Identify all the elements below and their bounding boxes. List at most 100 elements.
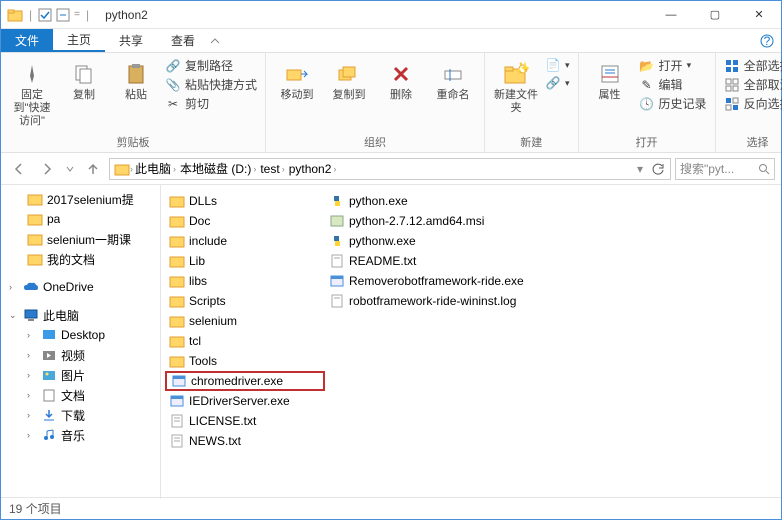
- paste-icon: [123, 61, 149, 87]
- folder-icon: [169, 273, 185, 289]
- tree-item[interactable]: ›Desktop: [1, 325, 160, 345]
- nav-row: › 此电脑› 本地磁盘 (D:)› test› python2› ▾ 搜索"py…: [1, 153, 781, 185]
- up-button[interactable]: [81, 157, 105, 181]
- minimize-button[interactable]: —: [649, 1, 693, 29]
- copy-path-button[interactable]: 🔗复制路径: [165, 57, 257, 74]
- dropdown-icon[interactable]: [56, 8, 70, 22]
- tree-item[interactable]: 2017selenium提: [1, 189, 160, 209]
- collapse-ribbon-chevron-icon[interactable]: [209, 29, 221, 52]
- folder-icon: [7, 7, 23, 23]
- maximize-button[interactable]: ▢: [693, 1, 737, 29]
- bc-thispc[interactable]: 此电脑: [135, 160, 171, 177]
- list-item[interactable]: pythonw.exe: [325, 231, 528, 251]
- list-item[interactable]: DLLs: [165, 191, 325, 211]
- properties-button[interactable]: 属性: [587, 57, 633, 102]
- pin-quickaccess-button[interactable]: 固定到"快速访问": [9, 57, 55, 128]
- history-icon: 🕓: [639, 96, 655, 112]
- tab-view[interactable]: 查看: [157, 29, 209, 52]
- tree-item-onedrive[interactable]: ›OneDrive: [1, 277, 160, 297]
- forward-button[interactable]: [35, 157, 59, 181]
- status-bar: 19 个项目: [1, 497, 781, 519]
- moveto-button[interactable]: 移动到: [274, 57, 320, 102]
- onedrive-icon: [23, 279, 39, 295]
- tree-item[interactable]: ›图片: [1, 365, 160, 385]
- list-item-chromedriver[interactable]: chromedriver.exe: [165, 371, 325, 391]
- tree-item-thispc[interactable]: ⌄此电脑: [1, 305, 160, 325]
- moveto-icon: [284, 61, 310, 87]
- paste-button[interactable]: 粘贴: [113, 57, 159, 102]
- paste-shortcut-button[interactable]: 📎粘贴快捷方式: [165, 76, 257, 93]
- tree-item[interactable]: ›视频: [1, 345, 160, 365]
- edit-button[interactable]: ✎编辑: [639, 76, 707, 93]
- new-folder-icon: ✨: [503, 61, 529, 87]
- list-item[interactable]: Removerobotframework-ride.exe: [325, 271, 528, 291]
- tab-home[interactable]: 主页: [53, 29, 105, 52]
- open-button[interactable]: 📂打开▾: [639, 57, 707, 74]
- txt-icon: [169, 413, 185, 429]
- tree-item[interactable]: ›下载: [1, 405, 160, 425]
- list-item[interactable]: robotframework-ride-wininst.log: [325, 291, 528, 311]
- tree-item[interactable]: 我的文档: [1, 249, 160, 269]
- group-label: 组织: [274, 132, 476, 150]
- invert-selection-button[interactable]: 反向选择: [724, 95, 782, 112]
- delete-button[interactable]: 删除: [378, 57, 424, 102]
- open-icon: 📂: [639, 58, 655, 74]
- list-item[interactable]: python-2.7.12.amd64.msi: [325, 211, 528, 231]
- list-item[interactable]: selenium: [165, 311, 325, 331]
- bc-python2[interactable]: python2: [289, 162, 332, 176]
- selectall-icon: [724, 58, 740, 74]
- navigation-tree[interactable]: 2017selenium提 pa selenium一期课 我的文档 ›OneDr…: [1, 185, 161, 499]
- tab-share[interactable]: 共享: [105, 29, 157, 52]
- rename-button[interactable]: 重命名: [430, 57, 476, 102]
- desktop-icon: [41, 327, 57, 343]
- breadcrumb-dropdown-icon[interactable]: ▾: [632, 158, 648, 180]
- new-folder-button[interactable]: ✨ 新建文件夹: [493, 57, 539, 115]
- list-item[interactable]: Lib: [165, 251, 325, 271]
- list-item[interactable]: NEWS.txt: [165, 431, 325, 451]
- refresh-button[interactable]: [650, 158, 666, 180]
- easy-access-button[interactable]: 🔗▾: [545, 75, 570, 91]
- overflow-icon[interactable]: =: [74, 9, 80, 20]
- copyto-button[interactable]: 复制到: [326, 57, 372, 102]
- back-button[interactable]: [7, 157, 31, 181]
- bc-test[interactable]: test: [260, 162, 279, 176]
- tree-item[interactable]: ›音乐: [1, 425, 160, 445]
- breadcrumb[interactable]: › 此电脑› 本地磁盘 (D:)› test› python2› ▾: [109, 158, 671, 180]
- tree-item[interactable]: ›文档: [1, 385, 160, 405]
- cut-icon: ✂: [165, 96, 181, 112]
- list-item[interactable]: include: [165, 231, 325, 251]
- list-item[interactable]: README.txt: [325, 251, 528, 271]
- help-icon[interactable]: ?: [753, 29, 781, 52]
- tree-item[interactable]: selenium一期课: [1, 229, 160, 249]
- list-item[interactable]: LICENSE.txt: [165, 411, 325, 431]
- documents-icon: [41, 387, 57, 403]
- list-item[interactable]: IEDriverServer.exe: [165, 391, 325, 411]
- file-list[interactable]: DLLs Doc include Lib libs Scripts seleni…: [161, 185, 781, 499]
- close-button[interactable]: ✕: [737, 1, 781, 29]
- checkbox-icon[interactable]: [38, 8, 52, 22]
- list-item[interactable]: libs: [165, 271, 325, 291]
- folder-icon: [27, 191, 43, 207]
- cut-button[interactable]: ✂剪切: [165, 95, 257, 112]
- python-icon: [329, 193, 345, 209]
- select-none-button[interactable]: 全部取消: [724, 76, 782, 93]
- search-input[interactable]: 搜索"pyt...: [675, 158, 775, 180]
- tree-item[interactable]: pa: [1, 209, 160, 229]
- select-all-button[interactable]: 全部选择: [724, 57, 782, 74]
- list-item[interactable]: Tools: [165, 351, 325, 371]
- group-label: 新建: [493, 132, 570, 150]
- path-icon: 🔗: [165, 58, 181, 74]
- list-item[interactable]: Scripts: [165, 291, 325, 311]
- copy-button[interactable]: 复制: [61, 57, 107, 102]
- history-button[interactable]: 🕓历史记录: [639, 95, 707, 112]
- group-label: 打开: [587, 132, 707, 150]
- list-item[interactable]: Doc: [165, 211, 325, 231]
- list-item[interactable]: python.exe: [325, 191, 528, 211]
- list-item[interactable]: tcl: [165, 331, 325, 351]
- history-dropdown-button[interactable]: [63, 157, 77, 181]
- tab-file[interactable]: 文件: [1, 29, 53, 52]
- invert-icon: [724, 96, 740, 112]
- bc-drive[interactable]: 本地磁盘 (D:): [180, 160, 251, 177]
- new-item-button[interactable]: 📄▾: [545, 57, 570, 73]
- exe-icon: [329, 273, 345, 289]
